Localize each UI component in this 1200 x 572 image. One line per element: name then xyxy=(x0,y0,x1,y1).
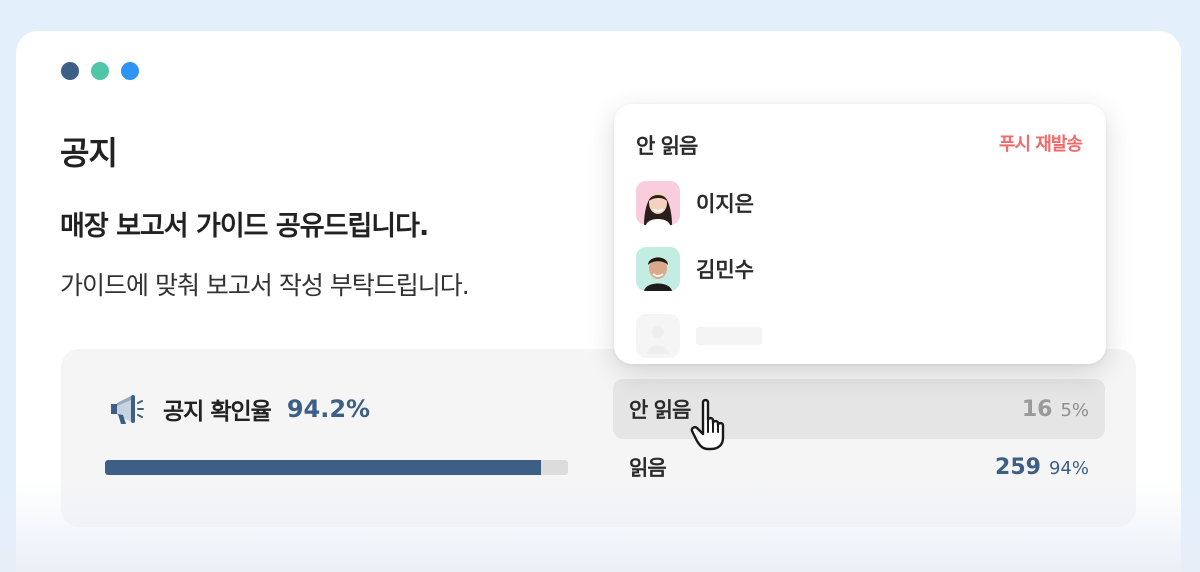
page-title: 공지 xyxy=(60,134,118,172)
read-percent: 94% xyxy=(1048,457,1089,479)
hand-cursor-icon xyxy=(690,398,725,451)
unread-popup: 안 읽음 푸시 재발송 이지은 김민수 xyxy=(614,104,1106,364)
dot-navy xyxy=(61,62,79,80)
dot-blue xyxy=(121,62,139,80)
user-name: 이지은 xyxy=(696,192,754,216)
megaphone-icon xyxy=(111,395,144,424)
rate-label: 공지 확인율 xyxy=(163,399,272,425)
confirmation-rate: 공지 확인율 94.2% xyxy=(107,391,370,427)
unread-label: 안 읽음 xyxy=(629,398,691,422)
avatar-placeholder-icon xyxy=(636,314,680,358)
progress-bar xyxy=(105,460,568,475)
notice-subject: 매장 보고서 가이드 공유드립니다. xyxy=(60,211,429,242)
rate-value: 94.2% xyxy=(286,395,371,423)
unread-percent: 5% xyxy=(1060,399,1089,421)
push-resend-button[interactable]: 푸시 재발송 xyxy=(999,130,1083,156)
unread-count: 16 xyxy=(1021,396,1053,422)
progress-bar-fill xyxy=(105,460,542,475)
dot-teal xyxy=(91,62,109,80)
window-controls xyxy=(61,62,139,80)
read-label: 읽음 xyxy=(629,456,667,480)
avatar xyxy=(636,247,680,291)
unread-user-placeholder xyxy=(636,314,762,358)
read-stats-panel: 공지 확인율 94.2% 안 읽음 16 5% 읽음 259 94% xyxy=(61,349,1136,527)
read-count: 259 xyxy=(995,454,1041,480)
popup-title: 안 읽음 xyxy=(636,134,698,158)
unread-user-item[interactable]: 이지은 xyxy=(636,181,754,225)
read-row[interactable]: 읽음 259 94% xyxy=(613,437,1105,497)
user-name: 김민수 xyxy=(696,258,754,282)
notice-body: 가이드에 맞춰 보고서 작성 부탁드립니다. xyxy=(60,271,470,300)
unread-user-item[interactable]: 김민수 xyxy=(636,247,754,291)
avatar xyxy=(636,181,680,225)
unread-row[interactable]: 안 읽음 16 5% xyxy=(613,379,1105,439)
name-placeholder xyxy=(696,327,762,345)
